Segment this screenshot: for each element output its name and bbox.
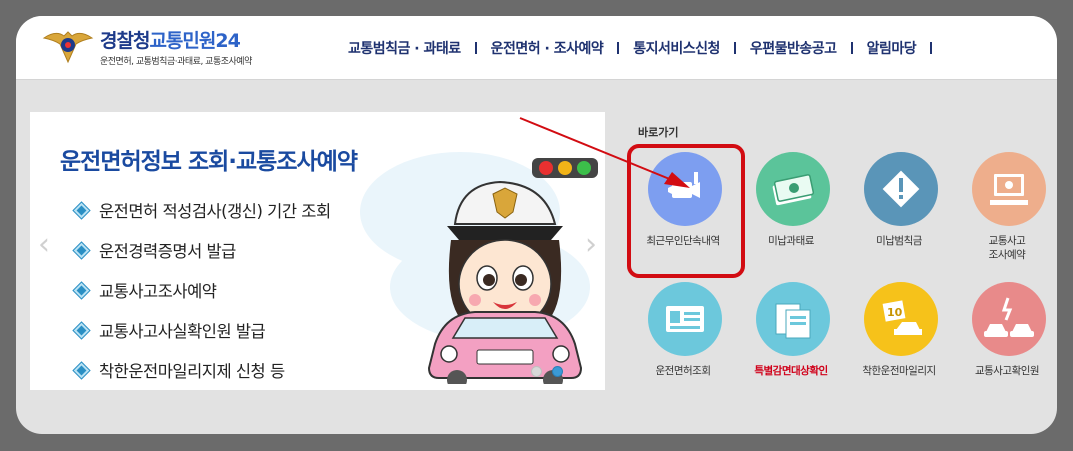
list-item[interactable]: 교통사고조사예약 — [73, 270, 331, 310]
banner-list: 운전면허 적성검사(갱신) 기간 조회 운전경력증명서 발급 교통사고조사예약 … — [73, 190, 331, 390]
list-item[interactable]: 교통사고사실확인원 발급 — [73, 310, 331, 350]
main-banner-slider[interactable]: 운전면허정보 조회·교통조사예약 운전면허 적성검사(갱신) 기간 조회 운전경… — [30, 112, 605, 390]
nav-item-notices[interactable]: 알림마당 — [853, 38, 931, 58]
money-bills-icon — [772, 174, 815, 206]
tile-label: 미납범칙금 — [876, 235, 922, 247]
tile-circle: 10 — [864, 282, 938, 356]
police-officer-illustration — [427, 180, 583, 384]
bullet-diamond-icon — [73, 362, 90, 378]
nav-item-notification[interactable]: 통지서비스신청 — [619, 38, 734, 58]
tile-circle — [648, 282, 722, 356]
list-item[interactable]: 운전면허 적성검사(갱신) 기간 조회 — [73, 190, 331, 230]
tile-circle — [864, 152, 938, 226]
car-crash-icon — [984, 297, 1034, 337]
id-card-icon — [666, 306, 704, 332]
computer-monitor-icon — [990, 174, 1028, 205]
tile-label: 착한운전마일리지 — [862, 365, 936, 377]
logo-title: 경찰청교통민원24 — [100, 30, 241, 52]
nav-item-fines[interactable]: 교통범칙금 · 과태료 — [334, 38, 475, 58]
next-slide-button[interactable]: › — [585, 230, 597, 260]
tile-circle — [972, 152, 1046, 226]
quick-links-label: 바로가기 — [638, 126, 679, 139]
tile-circle — [972, 282, 1046, 356]
tile-label: 운전면허조회 — [655, 365, 711, 377]
logo-subtitle: 운전면허, 교통범칙금·과태료, 교통조사예약 — [100, 57, 252, 67]
nav-divider — [930, 42, 933, 54]
tile-label: 교통사고확인원 — [974, 365, 1040, 377]
tile-special-reduction[interactable]: 특별감면대상확인 — [741, 282, 841, 402]
highlight-box — [627, 144, 745, 278]
tile-unpaid-penalty[interactable]: 미납범칙금 — [849, 152, 949, 272]
tile-circle — [756, 152, 830, 226]
svg-text:10: 10 — [887, 306, 903, 319]
slide-dot-2[interactable] — [552, 366, 563, 377]
tile-accident-certificate[interactable]: 교통사고확인원 — [957, 282, 1057, 402]
browser-frame: 경찰청교통민원24 운전면허, 교통범칙금·과태료, 교통조사예약 교통범칙금 … — [16, 16, 1057, 434]
documents-icon — [775, 303, 811, 339]
tile-accident-reservation[interactable]: 교통사고 조사예약 — [957, 152, 1057, 272]
police-emblem-icon — [42, 31, 94, 64]
list-item[interactable]: 운전경력증명서 발급 — [73, 230, 331, 270]
bullet-diamond-icon — [73, 322, 90, 338]
tile-label: 미납과태료 — [768, 235, 814, 247]
tile-license-lookup[interactable]: 운전면허조회 — [633, 282, 733, 402]
bullet-diamond-icon — [73, 202, 90, 218]
bullet-diamond-icon — [73, 282, 90, 298]
tile-circle — [756, 282, 830, 356]
tile-label: 특별감면대상확인 — [754, 365, 828, 377]
site-header: 경찰청교통민원24 운전면허, 교통범칙금·과태료, 교통조사예약 교통범칙금 … — [16, 16, 1057, 80]
site-logo[interactable]: 경찰청교통민원24 운전면허, 교통범칙금·과태료, 교통조사예약 — [42, 24, 282, 72]
banner-title: 운전면허정보 조회·교통조사예약 — [60, 149, 358, 175]
slide-dot-1[interactable] — [531, 366, 542, 377]
mileage-car-icon: 10 — [882, 300, 922, 335]
nav-item-returned-mail[interactable]: 우편물반송공고 — [736, 38, 851, 58]
bullet-diamond-icon — [73, 242, 90, 258]
list-item[interactable]: 착한운전마일리지제 신청 등 — [73, 350, 331, 390]
tile-mileage[interactable]: 10 착한운전마일리지 — [849, 282, 949, 402]
nav-item-license[interactable]: 운전면허 · 조사예약 — [477, 38, 618, 58]
warning-diamond-icon — [882, 170, 920, 208]
prev-slide-button[interactable]: ‹ — [38, 230, 50, 260]
tile-label: 교통사고 조사예약 — [988, 235, 1026, 261]
tile-unpaid-fines[interactable]: 미납과태료 — [741, 152, 841, 272]
main-nav: 교통범칙금 · 과태료 운전면허 · 조사예약 통지서비스신청 우편물반송공고 … — [334, 38, 933, 58]
slider-pagination — [531, 366, 563, 377]
